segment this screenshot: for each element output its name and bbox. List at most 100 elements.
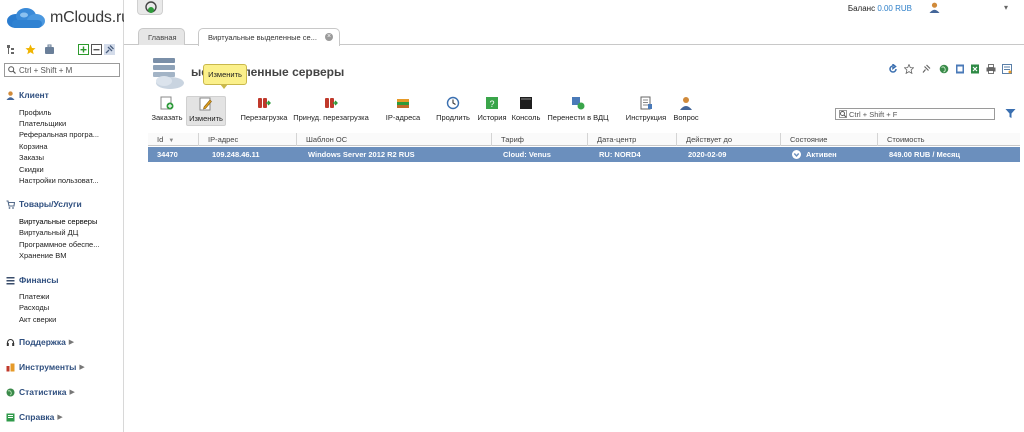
sidebar-item-expenses[interactable]: Расходы [19,303,49,312]
sidebar-item-virtual-servers[interactable]: Виртуальные серверы [19,217,97,226]
column-header-cost[interactable]: Стоимость [878,133,1020,146]
table-filter[interactable] [835,108,995,120]
section-help[interactable]: Справка ▶ [6,411,63,423]
move-to-vdc-label: Перенести в ВДЦ [547,113,609,122]
question-button[interactable]: Вопрос [672,96,700,126]
pin-icon[interactable] [921,64,931,74]
sidebar-search[interactable] [4,63,120,77]
section-title: Финансы [19,275,59,285]
pin-icon[interactable] [104,44,115,55]
cell-tariff: Cloud: Venus [503,150,551,159]
logo[interactable]: mClouds.ru [4,5,130,31]
table-row[interactable]: 34470 109.248.46.11 Windows Server 2012 … [148,147,1020,162]
logo-text: mClouds.ru [50,9,130,26]
column-header-status[interactable]: Состояние [781,133,878,146]
console-label: Консоль [511,113,541,122]
refresh-icon[interactable] [888,64,898,74]
section-finance[interactable]: Финансы [6,274,58,286]
column-header-valid-until[interactable]: Действует до [677,133,781,146]
finance-icon [6,276,15,284]
prolong-button[interactable]: Продлить [435,96,471,126]
column-header-tariff[interactable]: Тариф [492,133,588,146]
tab-label: Виртуальные выделенные се... [208,33,317,42]
sidebar-item-cart[interactable]: Корзина [19,142,48,151]
history-button[interactable]: ? История [476,96,508,126]
export-csv-icon[interactable] [955,64,965,74]
cell-ip: 109.248.46.11 [212,150,260,159]
star-icon[interactable] [25,44,36,55]
question-user-icon [680,97,692,110]
clock-icon [446,96,460,110]
chevron-down-icon[interactable]: ▾ [1004,3,1008,12]
sidebar-item-referral[interactable]: Реферальная програ... [19,130,99,139]
sidebar-item-user-settings[interactable]: Настройки пользоват... [19,176,99,185]
tab-virtual-servers[interactable]: Виртуальные выделенные се... × [198,28,340,46]
section-client[interactable]: Клиент [6,89,49,101]
sidebar-search-input[interactable] [19,65,119,75]
search-icon [839,110,847,118]
print-icon[interactable] [986,64,996,74]
expand-all-icon[interactable] [78,44,89,55]
order-button[interactable]: Заказать [150,96,184,126]
sidebar-toolbar [6,44,122,57]
sort-desc-icon: ▼ [168,138,175,144]
cloud-logo-icon [7,8,45,28]
reboot-label: Перезагрузка [240,113,288,122]
sidebar-item-discounts[interactable]: Скидки [19,165,44,174]
move-vdc-icon [572,97,585,110]
sidebar-item-vm-storage[interactable]: Хранение ВМ [19,251,67,260]
search-icon [8,66,16,74]
sidebar-item-software[interactable]: Программное обеспе... [19,240,99,249]
balance: Баланс 0.00 RUB [848,4,912,13]
globe-icon[interactable] [939,64,949,74]
section-title: Поддержка [19,337,66,347]
move-to-vdc-button[interactable]: Перенести в ВДЦ [546,96,610,126]
export-excel-icon[interactable] [970,64,980,74]
settings-grid-icon[interactable] [1002,64,1012,74]
console-button[interactable]: Консоль [510,96,542,126]
order-label: Заказать [151,113,183,122]
column-header-ip[interactable]: IP-адрес [199,133,297,146]
sidebar: mClouds.ru Клиент Профиль Пла [0,0,130,432]
section-support[interactable]: Поддержка ▶ [6,336,74,348]
instruction-button[interactable]: Инструкция [624,96,668,126]
servers-page-icon [153,58,184,89]
sidebar-item-profile[interactable]: Профиль [19,108,51,117]
sidebar-item-payers[interactable]: Плательщики [19,119,66,128]
chevron-right-icon: ▶ [57,414,63,421]
tab-home[interactable]: Главная [138,28,185,45]
favorite-star-icon[interactable] [904,64,914,74]
home-button[interactable] [137,0,163,15]
collapse-all-icon[interactable] [91,44,102,55]
instruction-label: Инструкция [625,113,667,122]
section-stats[interactable]: Статистика ▶ [6,386,75,398]
section-title: Товары/Услуги [19,199,82,209]
sidebar-item-virtual-dc[interactable]: Виртуальный ДЦ [19,228,78,237]
sidebar-item-orders[interactable]: Заказы [19,153,44,162]
help-book-icon [6,413,15,421]
sidebar-item-payments[interactable]: Платежи [19,292,49,301]
column-header-datacenter[interactable]: Дата-центр [588,133,677,146]
sidebar-item-reconciliation[interactable]: Акт сверки [19,315,56,324]
user-avatar-icon[interactable] [929,2,940,13]
chevron-right-icon: ▶ [69,389,75,396]
section-tools[interactable]: Инструменты ▶ [6,361,85,373]
briefcase-icon[interactable] [44,44,55,55]
force-reboot-label: Принуд. перезагрузка [293,113,369,122]
tree-icon[interactable] [6,44,17,55]
column-header-os[interactable]: Шаблон ОС [297,133,492,146]
force-reboot-button[interactable]: Принуд. перезагрузка [293,96,369,126]
section-goods[interactable]: Товары/Услуги [6,198,82,210]
ip-addresses-button[interactable]: IP-адреса [383,96,423,126]
column-header-id[interactable]: Id ▼ [148,133,199,146]
edit-button[interactable]: Изменить [186,96,226,126]
reboot-icon [258,98,271,108]
reboot-button[interactable]: Перезагрузка [238,96,290,126]
prolong-label: Продлить [436,113,470,122]
balance-amount[interactable]: 0.00 RUB [877,4,912,13]
filter-input[interactable] [849,109,989,119]
filter-funnel-icon[interactable] [1005,108,1016,119]
tab-bar: Главная Виртуальные выделенные се... × [124,28,1024,46]
order-add-icon [160,96,174,110]
close-icon[interactable]: × [325,33,333,41]
